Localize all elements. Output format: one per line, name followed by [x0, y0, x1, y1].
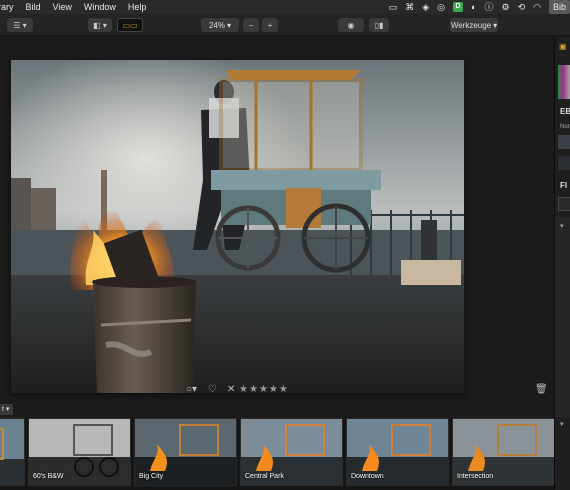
wifi-icon[interactable]: ◠	[533, 0, 541, 14]
preset-label: Big City	[139, 473, 164, 480]
preview-button[interactable]: ◉	[338, 18, 364, 32]
split-icon: ▯▮	[374, 20, 384, 30]
panel-icon[interactable]: ▣	[559, 42, 567, 51]
rating-bar: ○▾ ♡ ✕ ★★★★★ 🗑	[0, 380, 554, 400]
time-machine-icon[interactable]: ⟲	[518, 0, 526, 14]
menu-help[interactable]: Help	[128, 2, 147, 12]
menu-bar: rary Bild View Window Help ▭ ⌘ ◈ ◎ D ◐ ⓘ…	[0, 0, 570, 14]
menu-library[interactable]: rary	[0, 2, 14, 12]
preset-label: Downtown	[351, 473, 384, 480]
star-icon[interactable]: ★	[279, 384, 288, 395]
zoom-in-button[interactable]: +	[262, 18, 278, 32]
layer-thumbnail[interactable]	[558, 135, 570, 149]
list-view-button[interactable]: ☰ ▾	[7, 18, 33, 32]
menu-view[interactable]: View	[53, 2, 72, 12]
trash-icon[interactable]: 🗑	[535, 384, 548, 395]
compare-button[interactable]: ▭▭	[117, 18, 143, 32]
network-icon[interactable]: ⌘	[405, 0, 414, 14]
panel-heading: FI	[560, 181, 568, 190]
panel-heading: EB	[560, 107, 570, 116]
preset-tile[interactable]: Downtown	[346, 418, 449, 486]
layer-thumbnail[interactable]	[558, 156, 570, 170]
zoom-value: 24%	[208, 20, 225, 30]
zoom-out-button[interactable]: −	[243, 18, 259, 32]
menu-window[interactable]: Window	[84, 2, 116, 12]
info-icon[interactable]: ⓘ	[484, 0, 493, 14]
chevron-down-icon: ▾	[493, 20, 498, 30]
list-icon: ☰ ▾	[13, 20, 27, 30]
chevron-down-icon: ▾	[227, 20, 232, 30]
tools-dropdown[interactable]: Werkzeuge ▾	[450, 18, 498, 32]
preset-tile[interactable]: Intersection	[452, 418, 555, 486]
dropbox-icon[interactable]: ◈	[422, 0, 429, 14]
compare-icon: ▭▭	[122, 20, 138, 30]
star-icon[interactable]: ★	[269, 384, 278, 395]
split-view-button[interactable]: ▯▮	[369, 18, 389, 32]
status-tray: ▭ ⌘ ◈ ◎ D ◐ ⓘ ⚙ ⟲ ◠ Bib	[381, 0, 570, 14]
histogram	[558, 65, 570, 99]
preset-tile[interactable]: Central Park	[240, 418, 343, 486]
tools-label: Werkzeuge	[450, 20, 492, 30]
star-icon[interactable]: ★	[239, 384, 248, 395]
menu-bild[interactable]: Bild	[26, 2, 41, 12]
star-icon[interactable]: ★	[259, 384, 268, 395]
preset-tile[interactable]: Big City	[134, 418, 237, 486]
preset-category-dropdown[interactable]: t ▾	[0, 404, 14, 415]
panel-subtext: Nor	[560, 124, 570, 130]
sync-icon[interactable]: ⚙	[502, 0, 510, 14]
inspector-panel: ▣ EB Nor FI ▾ ▾	[554, 37, 570, 490]
filter-panel	[555, 217, 570, 417]
minus-icon: −	[248, 20, 254, 30]
preset-category-label: t	[2, 406, 4, 413]
toolbar: ☰ ▾ ◧ ▾ ▭▭ 24% ▾ − + ◉ ▯▮ Werkzeuge ▾	[0, 14, 570, 36]
sidebar-icon: ◧ ▾	[93, 20, 107, 30]
zoom-dropdown[interactable]: 24% ▾	[201, 18, 239, 32]
photo-app-icon[interactable]: ◐	[471, 0, 476, 14]
preset-label: Central Park	[245, 473, 284, 480]
preset-tile[interactable]	[0, 418, 25, 486]
chevron-down-icon[interactable]: ▾	[560, 222, 564, 230]
star-rating[interactable]: ★★★★★	[239, 384, 289, 395]
image-canvas[interactable]	[0, 37, 554, 401]
preset-strip: 60's B&W Big City Central Park Downtown …	[0, 418, 555, 490]
dash-icon[interactable]: D	[453, 2, 464, 12]
color-label-icon[interactable]: ○▾	[186, 384, 197, 395]
preset-label: Intersection	[457, 473, 494, 480]
filter-row[interactable]	[558, 197, 570, 211]
star-icon[interactable]: ★	[249, 384, 258, 395]
tray-label[interactable]: Bib	[548, 0, 570, 14]
display-icon[interactable]: ▭	[389, 0, 398, 14]
main-photo[interactable]	[11, 60, 464, 393]
chevron-down-icon[interactable]: ▾	[560, 420, 564, 428]
heart-icon[interactable]: ♡	[208, 384, 217, 395]
creative-cloud-icon[interactable]: ◎	[437, 0, 445, 14]
preset-tile[interactable]: 60's B&W	[28, 418, 131, 486]
eye-icon: ◉	[347, 20, 355, 30]
reject-icon[interactable]: ✕	[227, 384, 235, 395]
app-window: { "menubar": { "items": ["rary", "Bild",…	[0, 0, 570, 490]
plus-icon: +	[267, 20, 273, 30]
sidebar-toggle-button[interactable]: ◧ ▾	[88, 18, 112, 32]
preset-label: 60's B&W	[33, 473, 64, 480]
preset-header: t ▾	[0, 402, 554, 416]
